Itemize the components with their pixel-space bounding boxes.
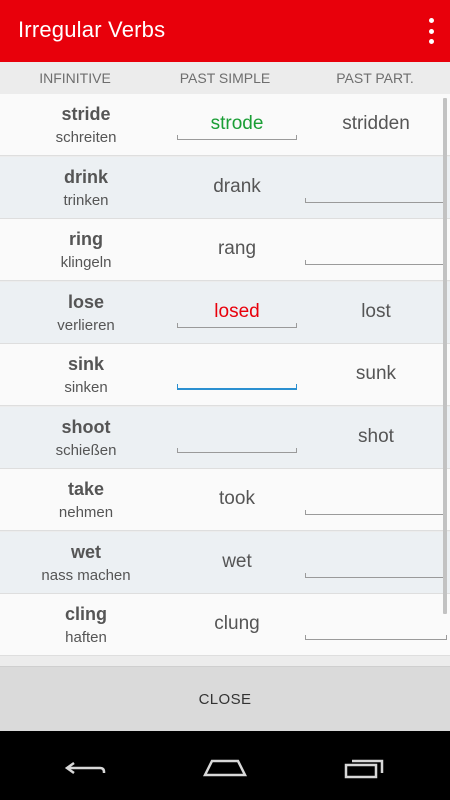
past-simple-value: rang [176, 219, 298, 281]
table-row: drink trinken drank [0, 156, 450, 219]
table-row: lose verlieren losed lost [0, 281, 450, 344]
infinitive-cell: drink trinken [0, 157, 172, 219]
input-underline [305, 197, 447, 203]
home-icon[interactable] [202, 755, 248, 779]
app-title: Irregular Verbs [18, 17, 166, 42]
verb-infinitive: take [67, 479, 105, 499]
table-row: shoot schießen shot [0, 406, 450, 469]
past-participle-text: stridden [342, 113, 410, 134]
header-infinitive: INFINITIVE [39, 70, 111, 86]
past-simple-text: clung [214, 613, 260, 634]
verb-translation: schießen [55, 441, 117, 459]
verb-translation: klingeln [60, 254, 112, 271]
verb-translation: schreiten [55, 129, 117, 146]
past-participle-input[interactable] [305, 219, 447, 281]
header-past-simple: PAST SIMPLE [179, 70, 271, 86]
verb-list[interactable]: stride schreiten strode stridden drink trinke… [0, 94, 450, 666]
table-row: cling haften clung [0, 594, 450, 656]
past-participle-value: lost [305, 282, 447, 344]
infinitive-cell: take nehmen [0, 469, 172, 531]
input-underline [177, 322, 297, 328]
close-button[interactable]: CLOSE [0, 667, 450, 732]
past-participle-value: shot [305, 407, 447, 469]
input-underline [305, 510, 447, 515]
more-vert-icon[interactable] [426, 18, 436, 44]
past-simple-input[interactable]: losed [176, 282, 298, 344]
infinitive-cell: sink sinken [0, 344, 172, 406]
past-simple-text: drank [213, 175, 261, 197]
verb-translation: nehmen [58, 504, 114, 521]
past-participle-input[interactable] [305, 157, 447, 219]
infinitive-cell: lose verlieren [0, 282, 172, 344]
verb-infinitive: stride [61, 104, 111, 124]
recents-icon[interactable] [342, 755, 388, 779]
past-simple-value: took [176, 469, 298, 531]
infinitive-cell: wet nass machen [0, 532, 172, 594]
past-simple-text: losed [214, 300, 260, 322]
past-simple-value: drank [176, 157, 298, 219]
verb-infinitive: shoot [61, 416, 111, 437]
verb-translation: trinken [63, 191, 109, 209]
system-nav-bar [0, 731, 450, 800]
past-simple-value: clung [176, 594, 298, 656]
past-simple-input[interactable] [176, 407, 298, 469]
column-header: INFINITIVE PAST SIMPLE PAST PART. [0, 62, 450, 95]
past-simple-text: took [219, 488, 255, 509]
past-participle-value: stridden [305, 94, 447, 156]
past-participle-text: lost [361, 300, 391, 322]
past-simple-input[interactable] [176, 344, 298, 406]
infinitive-cell: shoot schießen [0, 407, 172, 469]
scrollbar[interactable] [443, 98, 447, 614]
verb-infinitive: wet [70, 541, 101, 562]
infinitive-cell: ring klingeln [0, 219, 172, 281]
infinitive-cell: cling haften [0, 594, 172, 656]
past-simple-input[interactable]: strode [176, 94, 298, 156]
verb-translation: verlieren [57, 316, 115, 334]
verb-translation: haften [65, 629, 107, 646]
input-underline [177, 384, 297, 390]
past-participle-input[interactable] [305, 469, 447, 531]
input-underline [305, 572, 447, 578]
infinitive-cell: stride schreiten [0, 94, 172, 156]
footer-bar: CLOSE [0, 666, 450, 732]
back-icon[interactable] [64, 755, 110, 779]
past-simple-value: wet [176, 532, 298, 594]
past-participle-text: shot [358, 425, 394, 447]
verb-translation: sinken [64, 379, 108, 396]
verb-infinitive: drink [63, 166, 108, 187]
verb-infinitive: ring [69, 229, 103, 249]
input-underline [305, 260, 447, 265]
past-simple-text: rang [217, 238, 257, 259]
input-underline [177, 447, 297, 453]
verb-translation: nass machen [41, 566, 131, 584]
table-row: ring klingeln rang [0, 219, 450, 281]
past-participle-value: sunk [305, 344, 447, 406]
verb-infinitive: sink [67, 354, 105, 374]
table-row: wet nass machen wet [0, 531, 450, 594]
table-row: sink sinken sunk [0, 344, 450, 406]
input-underline [305, 635, 447, 640]
past-simple-text: wet [222, 550, 252, 572]
input-underline [177, 135, 297, 140]
past-participle-text: sunk [355, 363, 397, 384]
past-participle-input[interactable] [305, 532, 447, 594]
table-row: take nehmen took [0, 469, 450, 531]
app-bar: Irregular Verbs [0, 0, 450, 62]
verb-infinitive: lose [67, 291, 105, 312]
header-past-participle: PAST PART. [336, 70, 414, 86]
past-participle-input[interactable] [305, 594, 447, 656]
table-row: stride schreiten strode stridden [0, 94, 450, 156]
verb-infinitive: cling [64, 604, 107, 624]
past-simple-text: strode [210, 113, 264, 134]
